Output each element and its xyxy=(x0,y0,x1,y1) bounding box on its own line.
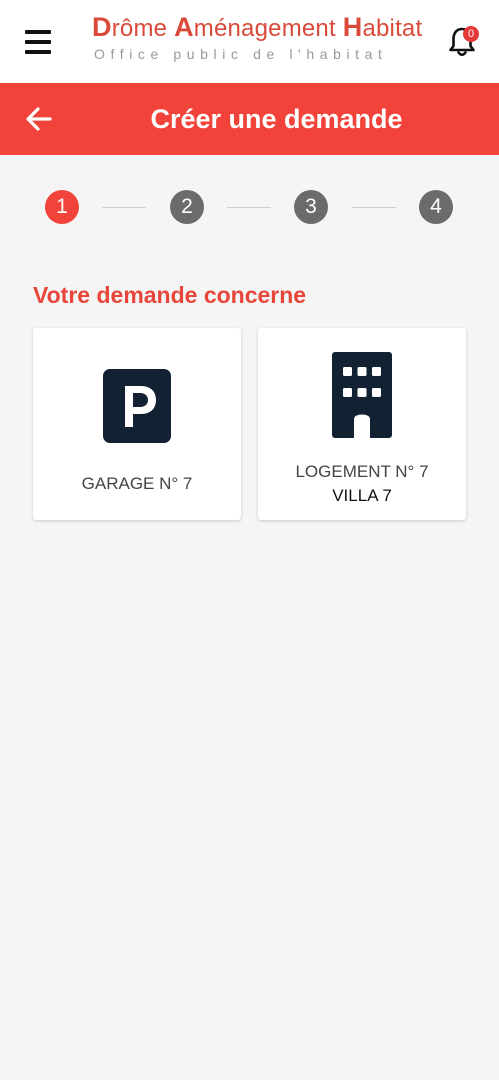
top-app-bar: Drôme Aménagement Habitat Office public … xyxy=(0,0,499,83)
option-card-logement[interactable]: LOGEMENT N° 7 VILLA 7 xyxy=(258,328,466,520)
step-2[interactable]: 2 xyxy=(170,190,204,224)
stepper: 1 2 3 4 xyxy=(0,190,499,228)
page-header: Créer une demande xyxy=(0,83,499,155)
parking-icon xyxy=(103,369,171,443)
menu-icon-bar xyxy=(25,40,51,44)
step-connector xyxy=(227,207,271,208)
page-title: Créer une demande xyxy=(150,104,403,134)
logo-subtitle: Office public de l'habitat xyxy=(94,46,388,62)
logo-word: abitat xyxy=(362,15,423,42)
notification-badge: 0 xyxy=(463,26,479,42)
back-arrow-icon[interactable] xyxy=(24,104,54,134)
logo-title: Drôme Aménagement Habitat xyxy=(92,12,422,44)
step-1[interactable]: 1 xyxy=(45,190,79,224)
step-connector xyxy=(352,207,396,208)
menu-icon-bar xyxy=(25,30,51,34)
option-label: LOGEMENT N° 7 xyxy=(295,462,429,481)
step-connector xyxy=(102,207,146,208)
building-icon xyxy=(332,352,392,438)
logo-letter: A xyxy=(174,12,194,42)
option-sublabel: VILLA 7 xyxy=(332,486,392,505)
option-label: GARAGE N° 7 xyxy=(81,474,193,493)
brand-logo: Drôme Aménagement Habitat Office public … xyxy=(92,12,422,64)
logo-word: ménagement xyxy=(193,15,343,42)
logo-letter: H xyxy=(342,12,363,42)
menu-icon-bar xyxy=(25,50,51,54)
logo-word: rôme xyxy=(111,15,175,42)
section-title: Votre demande concerne xyxy=(33,282,307,308)
step-3[interactable]: 3 xyxy=(294,190,328,224)
menu-button[interactable] xyxy=(24,28,52,56)
option-card-garage[interactable]: GARAGE N° 7 xyxy=(33,328,241,520)
logo-letter: D xyxy=(92,12,112,42)
step-4[interactable]: 4 xyxy=(419,190,453,224)
